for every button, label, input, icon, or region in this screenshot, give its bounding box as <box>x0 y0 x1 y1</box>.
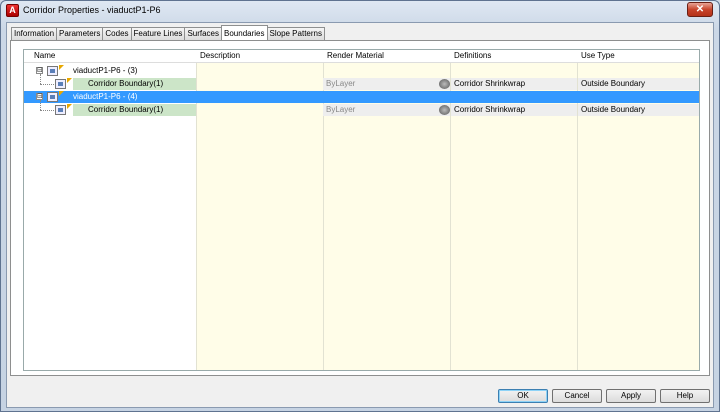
corridor-icon <box>47 92 58 102</box>
tab-boundaries[interactable]: Boundaries <box>221 25 268 40</box>
flag-icon <box>67 104 72 109</box>
boundaries-grid: Name Description Render Material Definit… <box>23 49 700 371</box>
apply-button[interactable]: Apply <box>606 389 656 403</box>
tab-codes[interactable]: Codes <box>102 27 132 40</box>
tab-strip: Information Parameters Codes Feature Lin… <box>11 25 325 40</box>
use-type-value[interactable]: Outside Boundary <box>578 78 699 90</box>
table-row[interactable]: ⊟ viaductP1-P6 - (3) <box>24 65 699 77</box>
header-use-type[interactable]: Use Type <box>581 51 615 60</box>
corridor-icon <box>47 66 58 76</box>
material-picker-icon[interactable] <box>439 105 450 115</box>
material-picker-icon[interactable] <box>439 79 450 89</box>
tree-line <box>40 100 41 110</box>
flag-icon <box>59 65 64 70</box>
window-title: Corridor Properties - viaductP1-P6 <box>23 5 161 15</box>
use-type-value[interactable]: Outside Boundary <box>578 104 699 116</box>
help-button[interactable]: Help <box>660 389 710 403</box>
close-button[interactable]: ✕ <box>687 2 713 17</box>
row-name: viaductP1-P6 - (3) <box>73 66 138 75</box>
header-definitions[interactable]: Definitions <box>454 51 491 60</box>
cancel-button[interactable]: Cancel <box>552 389 602 403</box>
dialog-window: A Corridor Properties - viaductP1-P6 ✕ I… <box>0 0 720 412</box>
title-bar[interactable]: A Corridor Properties - viaductP1-P6 ✕ <box>1 1 719 21</box>
row-name: Corridor Boundary(1) <box>73 104 196 116</box>
tab-information[interactable]: Information <box>11 27 58 40</box>
dialog-client: Information Parameters Codes Feature Lin… <box>6 22 714 408</box>
header-render-material[interactable]: Render Material <box>327 51 384 60</box>
boundary-icon <box>55 79 66 89</box>
flag-icon <box>67 78 72 83</box>
tab-feature-lines[interactable]: Feature Lines <box>130 27 186 40</box>
table-row[interactable]: ⊟ viaductP1-P6 - (4) <box>24 91 699 103</box>
tree-line <box>40 74 41 84</box>
tab-parameters[interactable]: Parameters <box>56 27 104 40</box>
collapse-toggle[interactable]: ⊟ <box>36 67 43 74</box>
flag-icon <box>59 91 64 96</box>
boundaries-panel: Name Description Render Material Definit… <box>10 40 710 376</box>
autocad-app-icon: A <box>6 4 19 17</box>
render-material-value[interactable]: ByLayer <box>323 78 450 90</box>
tab-surfaces[interactable]: Surfaces <box>184 27 223 40</box>
header-name[interactable]: Name <box>34 51 55 60</box>
grid-header: Name Description Render Material Definit… <box>24 50 699 63</box>
collapse-toggle[interactable]: ⊟ <box>36 93 43 100</box>
render-material-value[interactable]: ByLayer <box>323 104 450 116</box>
definition-value[interactable]: Corridor Shrinkwrap <box>451 104 577 116</box>
tab-slope-patterns[interactable]: Slope Patterns <box>266 27 325 40</box>
definition-value[interactable]: Corridor Shrinkwrap <box>451 78 577 90</box>
row-name: Corridor Boundary(1) <box>73 78 196 90</box>
header-description[interactable]: Description <box>200 51 240 60</box>
ok-button[interactable]: OK <box>498 389 548 403</box>
tree-line <box>40 110 54 111</box>
table-row[interactable]: Corridor Boundary(1) ByLayer Corridor Sh… <box>24 100 699 116</box>
row-name: viaductP1-P6 - (4) <box>73 92 138 101</box>
table-row[interactable]: Corridor Boundary(1) ByLayer Corridor Sh… <box>24 74 699 90</box>
tree-line <box>40 84 54 85</box>
boundary-icon <box>55 105 66 115</box>
